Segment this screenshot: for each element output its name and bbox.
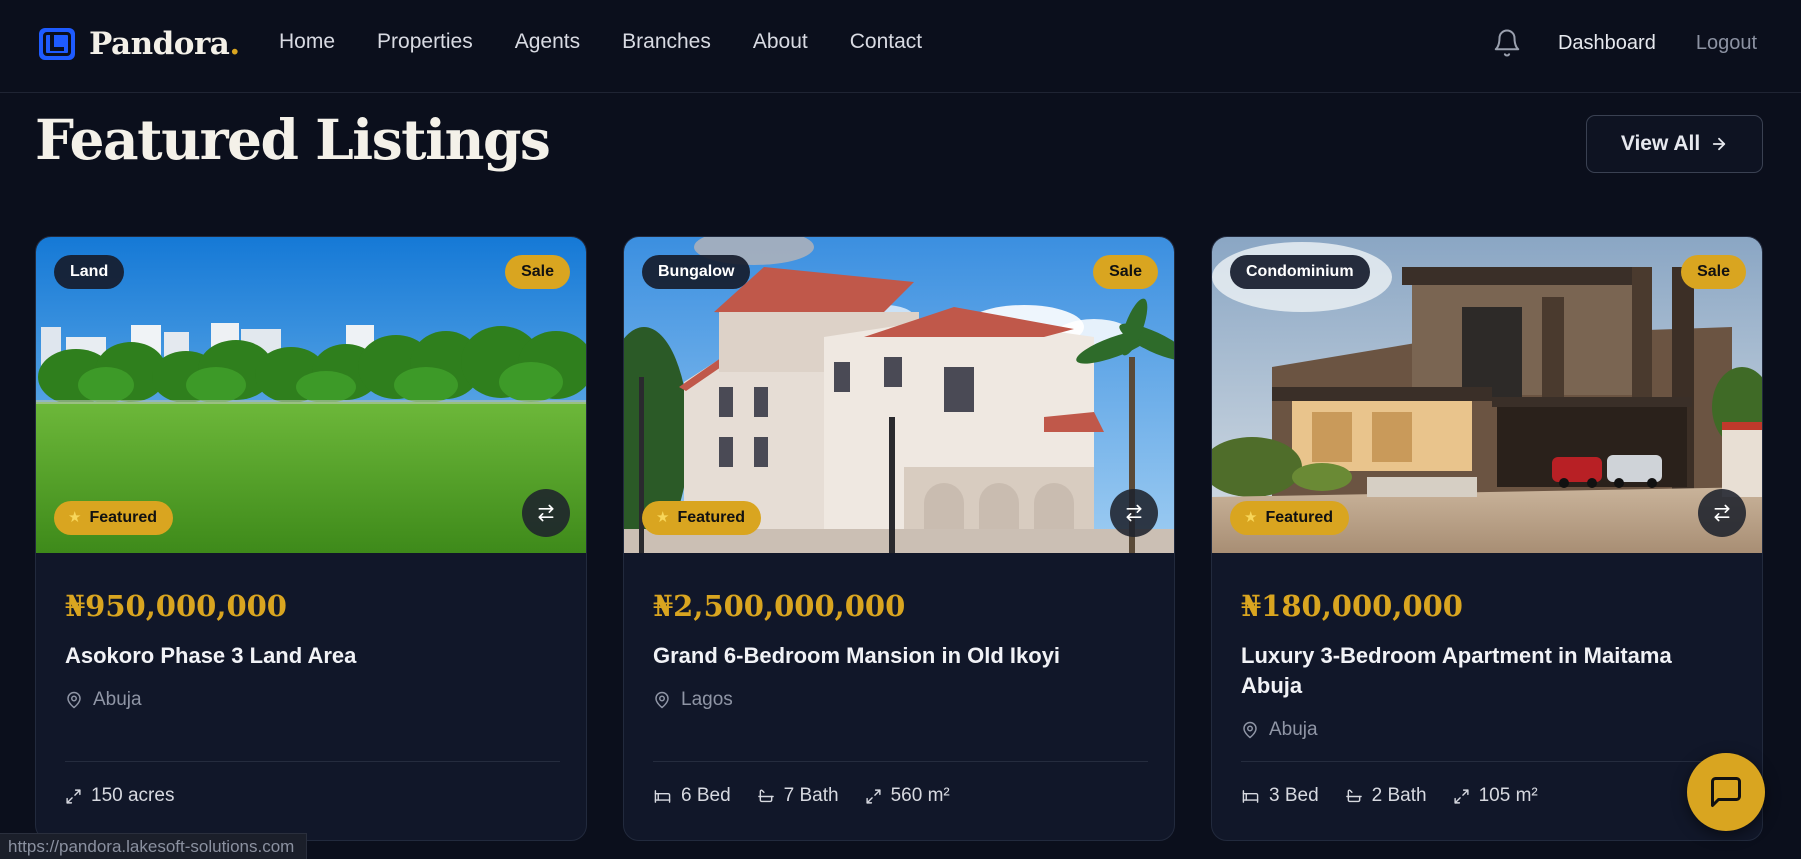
card-divider <box>65 761 560 762</box>
property-type-badge: Land <box>54 255 125 289</box>
listing-title[interactable]: Grand 6-Bedroom Mansion in Old Ikoyi <box>653 641 1148 671</box>
card-divider <box>653 761 1148 762</box>
nav-properties[interactable]: Properties <box>377 30 473 54</box>
featured-badge: ★ Featured <box>642 501 762 535</box>
chat-button[interactable] <box>1687 753 1765 831</box>
spec-beds: 6 Bed <box>653 785 731 807</box>
brand-logo[interactable]: Pandora. <box>39 26 240 62</box>
listing-photo[interactable]: Condominium Sale ★ Featured <box>1212 237 1762 553</box>
spec-beds: 3 Bed <box>1241 785 1319 807</box>
featured-badge: ★ Featured <box>1230 501 1350 535</box>
listing-card[interactable]: Land Sale ★ Featured ₦950,000,000 Asokor… <box>35 236 587 841</box>
spec-area: 105 m² <box>1453 785 1538 807</box>
nav-branches[interactable]: Branches <box>622 30 711 54</box>
brand-name: Pandora. <box>89 26 240 62</box>
expand-icon <box>1454 788 1469 804</box>
nav-contact[interactable]: Contact <box>850 30 922 54</box>
compare-arrows-icon <box>1714 504 1730 522</box>
view-all-button[interactable]: View All <box>1586 115 1763 173</box>
bath-icon <box>757 789 774 802</box>
listing-price: ₦180,000,000 <box>1241 589 1463 623</box>
spec-area: 560 m² <box>865 785 950 807</box>
arrow-right-icon <box>1713 137 1726 151</box>
listing-status-badge: Sale <box>1681 255 1746 289</box>
listing-title[interactable]: Asokoro Phase 3 Land Area <box>65 641 560 671</box>
compare-button[interactable] <box>522 489 570 537</box>
property-type-badge: Bungalow <box>642 255 751 289</box>
chat-bubble-icon <box>1711 777 1741 807</box>
star-icon: ★ <box>656 509 670 526</box>
listing-location: Abuja <box>65 689 142 711</box>
compare-button[interactable] <box>1110 489 1158 537</box>
compare-arrows-icon <box>538 504 554 522</box>
star-icon: ★ <box>1244 509 1258 526</box>
listing-title[interactable]: Luxury 3-Bedroom Apartment in Maitama Ab… <box>1241 641 1736 701</box>
bell-icon[interactable] <box>1492 28 1522 58</box>
expand-icon <box>66 788 81 804</box>
listing-price: ₦2,500,000,000 <box>653 589 906 623</box>
listing-price: ₦950,000,000 <box>65 589 287 623</box>
listing-specs: 150 acres <box>65 785 200 807</box>
listing-card[interactable]: Bungalow Sale ★ Featured ₦2,500,000,000 … <box>623 236 1175 841</box>
map-pin-icon <box>1243 721 1257 739</box>
map-pin-icon <box>67 691 81 709</box>
logout-link[interactable]: Logout <box>1696 32 1757 55</box>
spec-baths: 7 Bath <box>757 785 839 807</box>
section-title: Featured Listings <box>35 107 551 172</box>
map-pin-icon <box>655 691 669 709</box>
listing-specs: 6 Bed 7 Bath 560 m² <box>653 785 976 807</box>
main-nav: Home Properties Agents Branches About Co… <box>279 30 964 54</box>
bath-icon <box>1345 789 1362 802</box>
nav-about[interactable]: About <box>753 30 808 54</box>
listing-photo[interactable]: Bungalow Sale ★ Featured <box>624 237 1174 553</box>
listing-location: Lagos <box>653 689 733 711</box>
compare-arrows-icon <box>1126 504 1142 522</box>
top-navbar: Pandora. Home Properties Agents Branches… <box>0 0 1801 93</box>
compare-button[interactable] <box>1698 489 1746 537</box>
listing-status-badge: Sale <box>505 255 570 289</box>
bed-icon <box>654 789 671 803</box>
dashboard-link[interactable]: Dashboard <box>1558 32 1656 55</box>
listing-status-badge: Sale <box>1093 255 1158 289</box>
nav-agents[interactable]: Agents <box>515 30 580 54</box>
nav-home[interactable]: Home <box>279 30 335 54</box>
card-divider <box>1241 761 1736 762</box>
status-bar-url: https://pandora.lakesoft-solutions.com <box>0 833 308 859</box>
spec-baths: 2 Bath <box>1345 785 1427 807</box>
listing-specs: 3 Bed 2 Bath 105 m² <box>1241 785 1564 807</box>
view-all-label: View All <box>1620 132 1701 155</box>
featured-badge: ★ Featured <box>54 501 174 535</box>
logo-icon <box>39 28 75 60</box>
listing-location: Abuja <box>1241 719 1318 741</box>
listing-card[interactable]: Condominium Sale ★ Featured ₦180,000,000… <box>1211 236 1763 841</box>
spec-area: 150 acres <box>65 785 174 807</box>
expand-icon <box>866 788 881 804</box>
bed-icon <box>1242 789 1259 803</box>
star-icon: ★ <box>68 509 82 526</box>
listing-photo[interactable]: Land Sale ★ Featured <box>36 237 586 553</box>
property-type-badge: Condominium <box>1230 255 1370 289</box>
